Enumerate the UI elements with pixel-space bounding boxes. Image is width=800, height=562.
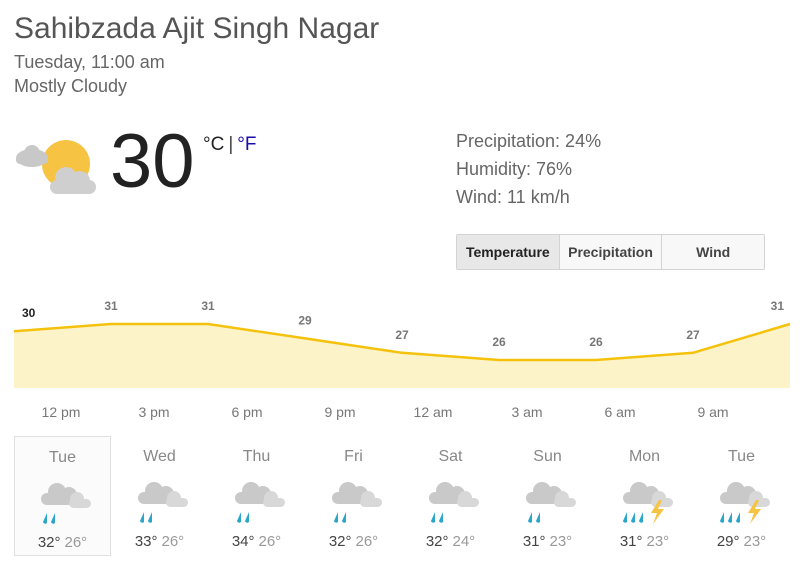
- forecast-high: 31°: [619, 533, 643, 550]
- hour-axis: 12 pm 3 pm 6 pm 9 pm 12 am 3 am 6 am 9 am: [0, 404, 800, 424]
- fahrenheit-unit[interactable]: °F: [237, 134, 256, 155]
- partly-cloudy-icon: [16, 140, 96, 194]
- forecast-day-name: Sun: [533, 448, 562, 465]
- forecast-day-tue[interactable]: Tue 32° 26°: [14, 436, 111, 556]
- chart-data-label: 27: [686, 328, 700, 342]
- forecast-temps: 29° 23°: [693, 533, 790, 550]
- tab-temperature[interactable]: Temperature: [457, 235, 560, 269]
- rain-icon: [428, 482, 479, 523]
- current-temperature: 30: [110, 119, 195, 204]
- celsius-unit[interactable]: °C: [203, 134, 224, 155]
- forecast-day-wed[interactable]: Wed 33° 26°: [111, 436, 208, 556]
- wind-text: Wind: 11 km/h: [456, 187, 570, 207]
- forecast-temps: 32° 26°: [305, 533, 402, 550]
- chart-tabs: Temperature Precipitation Wind: [456, 234, 765, 270]
- forecast-day-name: Mon: [628, 448, 661, 465]
- precipitation-text: Precipitation: 24%: [456, 131, 602, 151]
- forecast-high: 34°: [231, 533, 255, 550]
- hour-tick-label: 9 am: [697, 404, 729, 420]
- forecast-day-name: Thu: [242, 448, 271, 465]
- rain-icon: [331, 482, 382, 523]
- hour-tick-label: 12 am: [413, 404, 453, 420]
- forecast-day-thu[interactable]: Thu 34° 26°: [208, 436, 305, 556]
- forecast-high: 32°: [328, 533, 352, 550]
- forecast-high: 31°: [522, 533, 546, 550]
- forecast-low: 26°: [64, 534, 88, 551]
- thunderstorm-icon: [622, 482, 673, 524]
- rain-icon: [525, 482, 576, 523]
- forecast-day-name: Sat: [438, 448, 463, 465]
- forecast-day-name: Wed: [143, 448, 176, 465]
- unit-toggle: °C | °F: [203, 134, 256, 156]
- unit-separator: |: [228, 134, 234, 155]
- forecast-high: 32°: [425, 533, 449, 550]
- rain-icon: [234, 482, 285, 523]
- forecast-day-mon[interactable]: Mon 31° 23°: [596, 436, 693, 556]
- forecast-day-tue-next[interactable]: Tue 29° 23°: [693, 436, 790, 556]
- forecast-low: 23°: [646, 533, 670, 550]
- forecast-low: 24°: [452, 533, 476, 550]
- forecast-day-name: Tue: [49, 449, 76, 466]
- hour-tick-label: 12 pm: [41, 404, 81, 420]
- chart-data-label: 31: [201, 299, 215, 313]
- hour-tick-label: 9 pm: [324, 404, 356, 420]
- condition-text: Mostly Cloudy: [14, 76, 128, 96]
- chart-data-label: 31: [104, 299, 118, 313]
- location-title: Sahibzada Ajit Singh Nagar: [14, 12, 380, 45]
- hour-tick-label: 6 am: [604, 404, 636, 420]
- forecast-day-fri[interactable]: Fri 32° 26°: [305, 436, 402, 556]
- forecast-day-sun[interactable]: Sun 31° 23°: [499, 436, 596, 556]
- forecast-low: 23°: [549, 533, 573, 550]
- tab-precipitation[interactable]: Precipitation: [559, 235, 663, 269]
- forecast-temps: 32° 26°: [15, 534, 110, 551]
- thunderstorm-icon: [719, 482, 770, 524]
- chart-data-label: 30: [22, 306, 36, 320]
- hour-tick-label: 3 am: [511, 404, 543, 420]
- forecast-low: 23°: [743, 533, 767, 550]
- forecast-day-name: Fri: [344, 448, 363, 465]
- chart-data-label: 26: [589, 335, 603, 349]
- forecast-high: 33°: [134, 533, 158, 550]
- forecast-temps: 33° 26°: [111, 533, 208, 550]
- forecast-day-name: Tue: [728, 448, 755, 465]
- tab-wind[interactable]: Wind: [662, 235, 765, 269]
- chart-data-label: 27: [395, 328, 409, 342]
- forecast-day-sat[interactable]: Sat 32° 24°: [402, 436, 499, 556]
- forecast-temps: 31° 23°: [596, 533, 693, 550]
- daily-forecast: Tue 32° 26° Wed 33° 26° Thu 34° 26° Fri 32° 26° Sat 3…: [14, 436, 790, 556]
- rain-icon: [137, 482, 188, 523]
- forecast-temps: 32° 24°: [402, 533, 499, 550]
- forecast-high: 29°: [716, 533, 740, 550]
- chart-data-label: 26: [492, 335, 506, 349]
- datetime-text: Tuesday, 11:00 am: [14, 52, 165, 72]
- temperature-chart: 30 31 31 29 27 26 26 27 31: [13, 299, 791, 388]
- forecast-low: 26°: [355, 533, 379, 550]
- chart-data-label: 31: [771, 299, 785, 313]
- chart-data-label: 29: [298, 313, 312, 327]
- hour-tick-label: 3 pm: [138, 404, 170, 420]
- forecast-low: 26°: [161, 533, 185, 550]
- forecast-temps: 34° 26°: [208, 533, 305, 550]
- humidity-text: Humidity: 76%: [456, 159, 573, 179]
- forecast-high: 32°: [37, 534, 61, 551]
- rain-icon: [40, 483, 91, 524]
- forecast-temps: 31° 23°: [499, 533, 596, 550]
- hour-tick-label: 6 pm: [231, 404, 263, 420]
- forecast-low: 26°: [258, 533, 282, 550]
